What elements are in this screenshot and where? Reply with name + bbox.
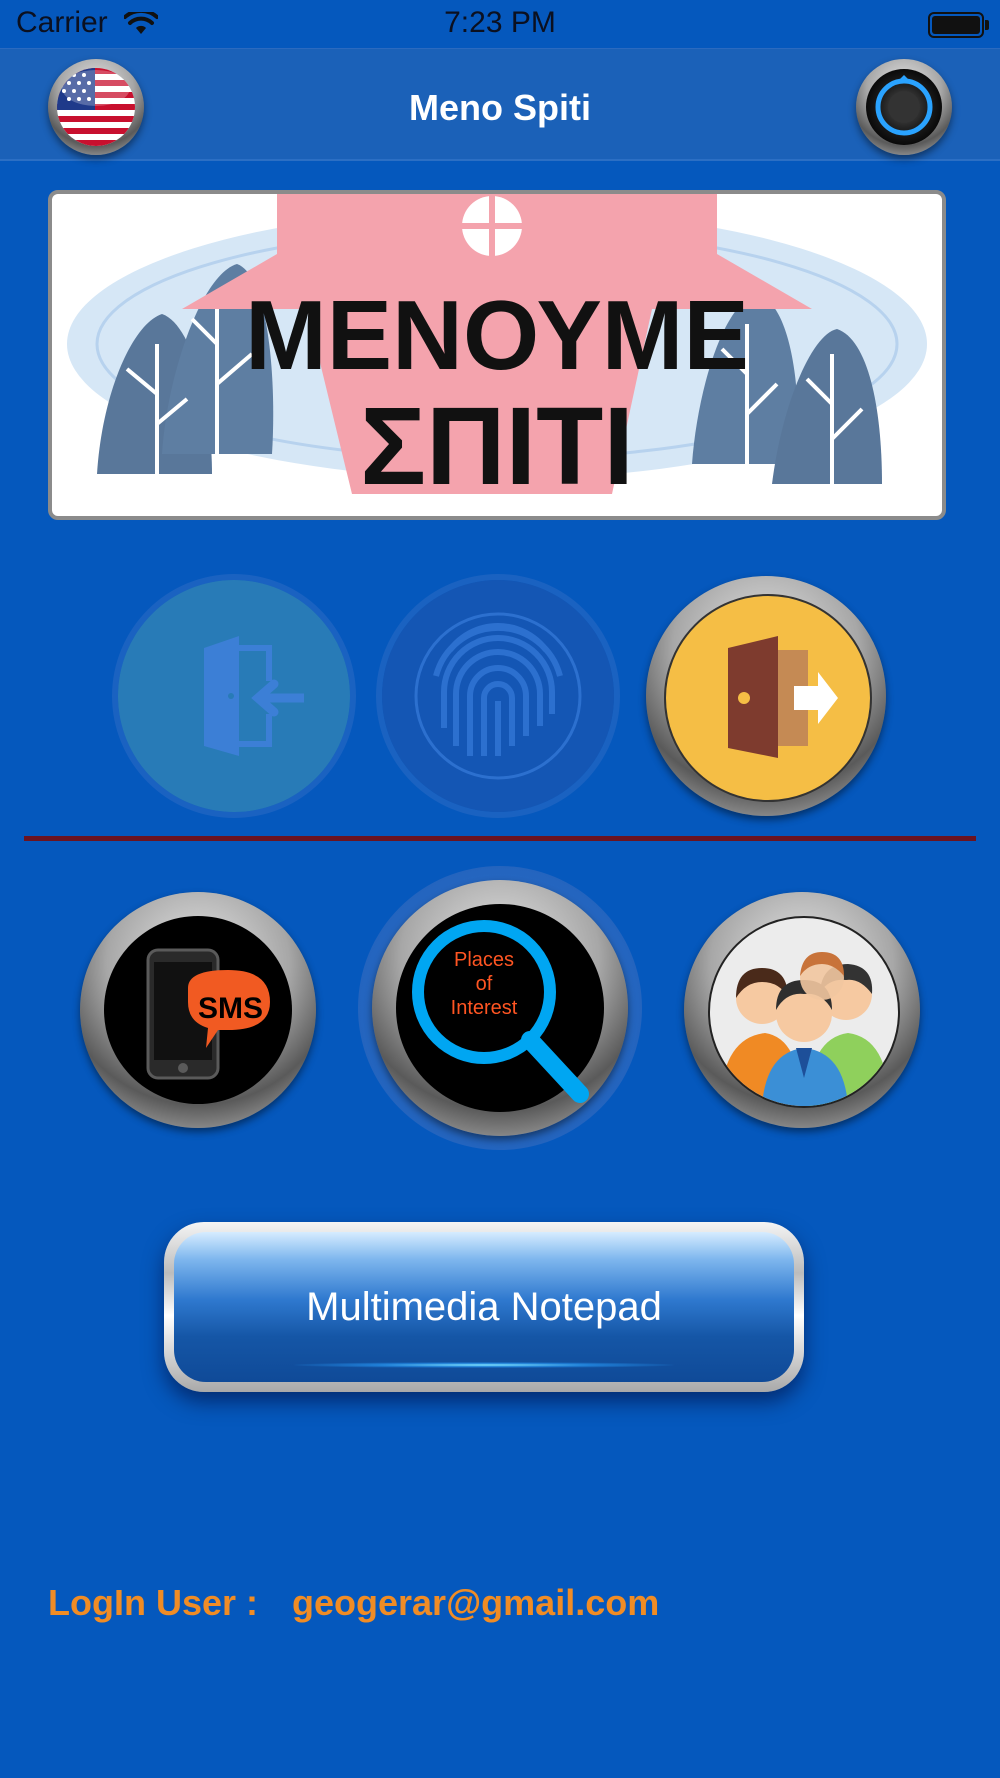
multimedia-notepad-label: Multimedia Notepad	[306, 1284, 662, 1329]
sync-dial-icon	[866, 69, 942, 145]
battery-icon	[928, 12, 989, 38]
fingerprint-icon	[414, 612, 582, 780]
navigation-bar: Meno Spiti	[0, 48, 1000, 161]
banner-line-1: ΜΕΝΟΥΜΕ	[245, 280, 749, 390]
sms-label: SMS	[198, 992, 264, 1025]
section-divider	[24, 836, 976, 841]
login-user-label: LogIn User :	[48, 1582, 259, 1623]
fingerprint-button[interactable]	[382, 580, 614, 812]
places-label-line-1: Places	[453, 949, 515, 971]
places-of-interest-button[interactable]: Places of Interest	[358, 866, 642, 1150]
sms-button[interactable]: SMS	[80, 892, 316, 1128]
login-door-icon	[204, 636, 304, 756]
login-user-email: geogerar@gmail.com	[292, 1582, 660, 1623]
logout-button[interactable]	[646, 576, 886, 816]
places-label-line-2: of	[475, 973, 493, 995]
users-button[interactable]	[684, 892, 920, 1128]
status-bar: Carrier 7:23 PM	[0, 0, 1000, 48]
users-group-icon	[720, 952, 890, 1106]
settings-dial-button[interactable]	[856, 59, 952, 155]
places-label-line-3: Interest	[450, 997, 518, 1019]
login-button[interactable]	[118, 580, 350, 812]
banner-line-2: ΣΠΙΤΙ	[360, 385, 634, 508]
logout-door-icon	[728, 636, 838, 758]
home-banner: ΜΕΝΟΥΜΕ ΣΠΙΤΙ	[48, 190, 946, 520]
multimedia-notepad-button[interactable]: Multimedia Notepad	[164, 1222, 804, 1392]
status-time: 7:23 PM	[444, 6, 556, 39]
page-title: Meno Spiti	[409, 87, 591, 128]
login-user-info: LogIn User : geogerar@gmail.com	[48, 1582, 659, 1624]
